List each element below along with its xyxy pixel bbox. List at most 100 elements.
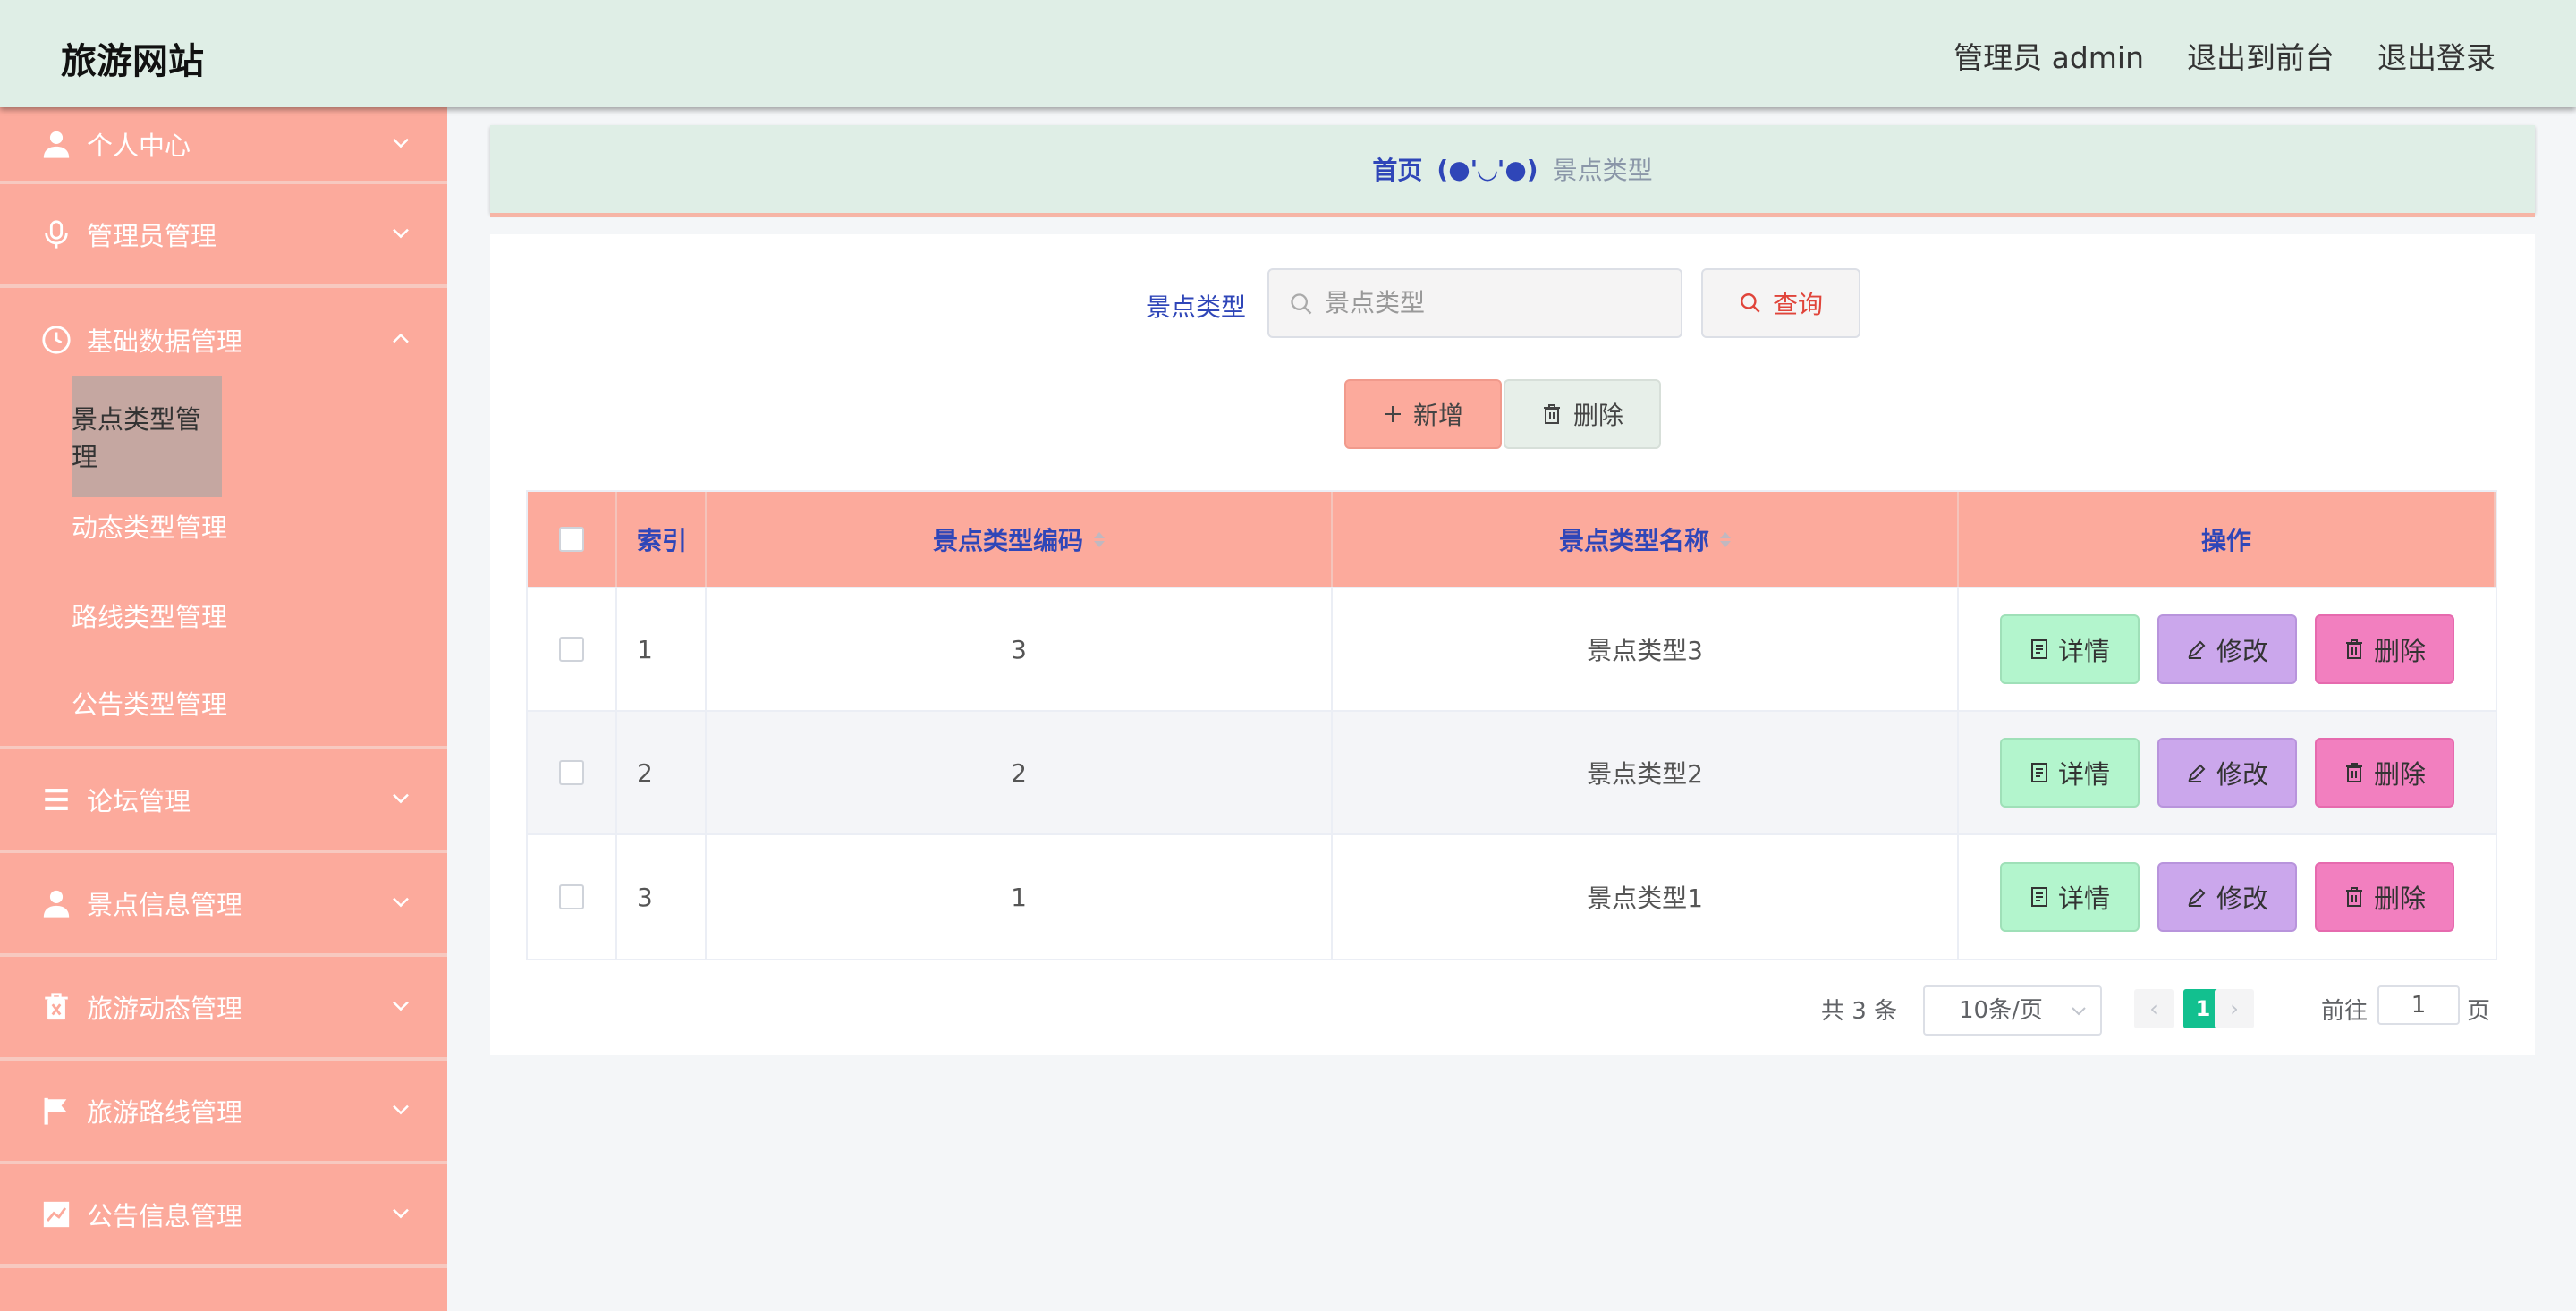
pagination: 共 3 条 10条/页 ‹ 1 › 前往 1 页 bbox=[490, 985, 2535, 1039]
sidebar-item-label: 旅游路线管理 bbox=[87, 1097, 243, 1128]
sidebar-item-basic-data[interactable]: 基础数据管理 bbox=[0, 288, 447, 392]
sidebar-item-travel-route[interactable]: 旅游路线管理 bbox=[0, 1061, 447, 1164]
mic-icon bbox=[45, 220, 68, 249]
subitem-label: 动态类型管理 bbox=[72, 512, 228, 543]
delete-label: 删除 bbox=[2373, 636, 2426, 666]
row-index: 1 bbox=[617, 588, 707, 710]
sidebar-item-forum[interactable]: 论坛管理 bbox=[0, 749, 447, 853]
row-checkbox-cell bbox=[528, 588, 617, 710]
logout-link[interactable]: 退出登录 bbox=[2377, 34, 2496, 77]
chevron-down-icon bbox=[2072, 1007, 2086, 1016]
detail-label: 详情 bbox=[2057, 759, 2110, 790]
edit-button[interactable]: 修改 bbox=[2157, 614, 2297, 684]
document-icon bbox=[2030, 639, 2047, 659]
site-brand: 旅游网站 bbox=[61, 41, 204, 82]
select-all-checkbox[interactable] bbox=[559, 527, 584, 552]
add-button-label: 新增 bbox=[1412, 401, 1463, 430]
sidebar-item-label: 管理员管理 bbox=[87, 221, 217, 251]
chevron-up-icon bbox=[393, 333, 409, 343]
row-name: 景点类型3 bbox=[1333, 588, 1959, 710]
person-icon bbox=[43, 890, 70, 918]
breadcrumb-separator: (●'◡'●) bbox=[1436, 154, 1538, 184]
edit-button[interactable]: 修改 bbox=[2157, 862, 2297, 932]
document-icon bbox=[2030, 763, 2047, 782]
search-input[interactable]: 景点类型 bbox=[1267, 268, 1682, 338]
delete-label: 删除 bbox=[2373, 884, 2426, 914]
search-icon bbox=[1741, 293, 1760, 313]
sidebar-item-personal-center[interactable]: 个人中心 bbox=[0, 107, 447, 184]
chevron-down-icon bbox=[393, 793, 409, 804]
edit-icon bbox=[2188, 640, 2206, 659]
page-size-select[interactable]: 10条/页 bbox=[1923, 985, 2102, 1036]
breadcrumb-home[interactable]: 首页 bbox=[1372, 151, 1422, 187]
sidebar-item-scenic-info[interactable]: 景点信息管理 bbox=[0, 853, 447, 957]
page-suffix: 页 bbox=[2467, 998, 2491, 1025]
header-name[interactable]: 景点类型名称 bbox=[1333, 492, 1959, 587]
sidebar-item-notice-info[interactable]: 公告信息管理 bbox=[0, 1164, 447, 1268]
chevron-down-icon bbox=[393, 1001, 409, 1011]
trash-icon bbox=[2345, 887, 2362, 907]
header-index: 索引 bbox=[617, 492, 707, 587]
table-row: 2 2 景点类型2 详情 修改 删除 bbox=[528, 712, 2496, 835]
edit-icon bbox=[2188, 888, 2206, 907]
detail-label: 详情 bbox=[2057, 884, 2110, 914]
prev-page-button[interactable]: ‹ bbox=[2134, 989, 2174, 1028]
row-checkbox[interactable] bbox=[559, 760, 584, 785]
edit-button[interactable]: 修改 bbox=[2157, 738, 2297, 808]
document-icon bbox=[2030, 887, 2047, 907]
next-page-button[interactable]: › bbox=[2215, 989, 2254, 1028]
sidebar-subitem-news-type[interactable]: 动态类型管理 bbox=[0, 481, 447, 571]
row-name: 景点类型1 bbox=[1333, 835, 1959, 959]
detail-button[interactable]: 详情 bbox=[2000, 862, 2140, 932]
delete-label: 删除 bbox=[2373, 759, 2426, 790]
sidebar-item-travel-news[interactable]: 旅游动态管理 bbox=[0, 957, 447, 1061]
sort-icon[interactable] bbox=[1094, 531, 1105, 547]
sidebar-item-label: 论坛管理 bbox=[87, 786, 191, 816]
chevron-left-icon: ‹ bbox=[2149, 996, 2158, 1021]
header-code[interactable]: 景点类型编码 bbox=[707, 492, 1333, 587]
chevron-down-icon bbox=[393, 138, 409, 148]
query-button[interactable]: 查询 bbox=[1701, 268, 1860, 338]
data-table: 索引 景点类型编码 景点类型名称 操作 1 3 景点类型3 详情 修改 删除 2… bbox=[526, 490, 2497, 960]
delete-button[interactable]: 删除 bbox=[2315, 862, 2454, 932]
sidebar-item-admin-management[interactable]: 管理员管理 bbox=[0, 184, 447, 288]
chevron-down-icon bbox=[393, 228, 409, 239]
sidebar-item-label: 个人中心 bbox=[87, 131, 191, 161]
detail-button[interactable]: 详情 bbox=[2000, 738, 2140, 808]
row-name: 景点类型2 bbox=[1333, 712, 1959, 833]
batch-delete-label: 删除 bbox=[1572, 401, 1623, 430]
goto-page-input[interactable]: 1 bbox=[2377, 985, 2460, 1025]
row-checkbox[interactable] bbox=[559, 884, 584, 909]
sidebar-subitem-notice-type[interactable]: 公告类型管理 bbox=[0, 660, 447, 749]
back-to-front-link[interactable]: 退出到前台 bbox=[2187, 34, 2334, 77]
basic-data-submenu: 景点类型管理 动态类型管理 路线类型管理 公告类型管理 bbox=[0, 376, 447, 749]
search-placeholder: 景点类型 bbox=[1325, 288, 1426, 317]
search-row: 景点类型 景点类型 查询 bbox=[490, 268, 2535, 340]
sort-icon[interactable] bbox=[1720, 531, 1731, 547]
chevron-down-icon bbox=[393, 897, 409, 908]
row-checkbox[interactable] bbox=[559, 637, 584, 662]
row-index: 2 bbox=[617, 712, 707, 833]
edit-label: 修改 bbox=[2216, 884, 2268, 914]
main-panel: 景点类型 景点类型 查询 新增 删除 索引 景点类型编码 景点类型名称 操作 1… bbox=[490, 234, 2535, 1055]
admin-user-label[interactable]: 管理员 admin bbox=[1953, 34, 2144, 77]
page-size-value: 10条/页 bbox=[1959, 997, 2043, 1024]
header-actions: 操作 bbox=[1959, 492, 2496, 587]
detail-button[interactable]: 详情 bbox=[2000, 614, 2140, 684]
add-button[interactable]: 新增 bbox=[1344, 379, 1502, 449]
trash-icon bbox=[45, 993, 68, 1020]
sidebar-subitem-scenic-type[interactable]: 景点类型管理 bbox=[0, 376, 447, 497]
row-code: 1 bbox=[707, 835, 1333, 959]
sidebar-item-more[interactable] bbox=[0, 1268, 447, 1311]
table-row: 1 3 景点类型3 详情 修改 删除 bbox=[528, 588, 2496, 712]
sidebar: 个人中心 管理员管理 基础数据管理 景点类型管理 动态类型管理 路线类型管理 公… bbox=[0, 107, 447, 1311]
table-header: 索引 景点类型编码 景点类型名称 操作 bbox=[528, 492, 2496, 588]
edit-label: 修改 bbox=[2216, 636, 2268, 666]
sidebar-subitem-route-type[interactable]: 路线类型管理 bbox=[0, 571, 447, 660]
subitem-label: 公告类型管理 bbox=[72, 689, 228, 720]
delete-button[interactable]: 删除 bbox=[2315, 738, 2454, 808]
row-actions: 详情 修改 删除 bbox=[1959, 588, 2496, 710]
delete-button[interactable]: 删除 bbox=[2315, 614, 2454, 684]
row-code: 2 bbox=[707, 712, 1333, 833]
batch-delete-button[interactable]: 删除 bbox=[1504, 379, 1661, 449]
